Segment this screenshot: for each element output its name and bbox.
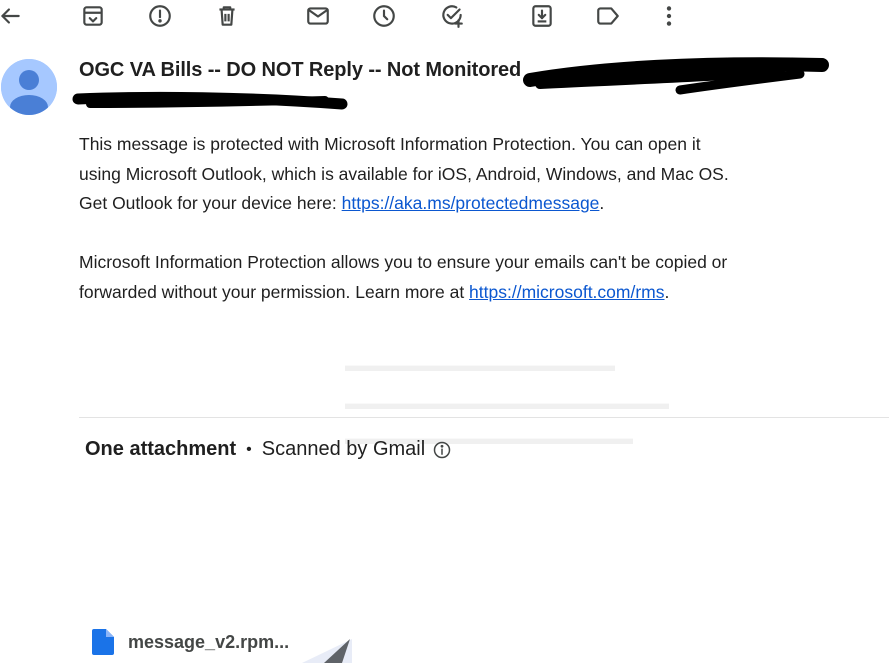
attachment-chip[interactable]: message_v2.rpm...: [92, 627, 289, 657]
body-paragraph: This message is protected with Microsoft…: [79, 130, 739, 219]
divider: [79, 417, 889, 418]
more-options-icon: [666, 6, 672, 26]
message-body: This message is protected with Microsoft…: [79, 130, 739, 307]
attachment-header: One attachment • Scanned by Gmail: [85, 438, 452, 461]
body-text: .: [664, 281, 670, 302]
rms-link[interactable]: https://microsoft.com/rms: [469, 282, 664, 302]
body-paragraph: Microsoft Information Protection allows …: [79, 248, 739, 307]
label-button[interactable]: [594, 2, 622, 30]
delete-button[interactable]: [213, 2, 241, 30]
file-doc-icon: [92, 629, 114, 655]
more-options-button[interactable]: [655, 2, 683, 30]
delete-icon: [219, 6, 235, 26]
report-spam-button[interactable]: [146, 2, 174, 30]
report-spam-icon: [149, 5, 171, 27]
protected-message-link[interactable]: https://aka.ms/protectedmessage: [342, 193, 600, 213]
info-icon[interactable]: [432, 440, 452, 460]
back-button[interactable]: [0, 2, 24, 30]
scanned-label: Scanned by Gmail: [261, 438, 426, 460]
mark-unread-icon: [307, 7, 329, 25]
back-arrow-icon: [1, 8, 20, 24]
add-to-tasks-icon: [442, 5, 463, 28]
label-icon: [597, 7, 619, 25]
separator-dot: •: [246, 440, 252, 458]
mark-unread-button[interactable]: [304, 2, 332, 30]
body-text: .: [599, 193, 605, 213]
attachment-file-name: message_v2.rpm...: [128, 631, 290, 652]
snooze-button[interactable]: [370, 2, 398, 30]
person-icon: [1, 59, 57, 115]
add-to-tasks-button[interactable]: [438, 2, 466, 30]
archive-button[interactable]: [79, 2, 107, 30]
ghost-text: ▬▬▬▬▬▬▬▬▬▬▬▬▬▬▬: [345, 355, 615, 375]
ghost-text: ▬▬▬▬▬▬▬▬▬▬▬▬▬▬▬▬▬▬: [345, 393, 669, 413]
attachment-thumbnail-corner: [302, 639, 352, 663]
email-view: OGC VA Bills -- DO NOT Reply -- Not Moni…: [0, 0, 889, 663]
snooze-icon: [373, 5, 395, 27]
sender-name[interactable]: OGC VA Bills -- DO NOT Reply -- Not Moni…: [79, 59, 521, 82]
email-toolbar: [0, 0, 889, 34]
archive-icon: [83, 6, 103, 26]
move-to-button[interactable]: [528, 2, 556, 30]
sender-avatar[interactable]: [1, 59, 57, 115]
move-to-icon: [532, 5, 552, 27]
attachment-count: One attachment: [85, 438, 237, 460]
